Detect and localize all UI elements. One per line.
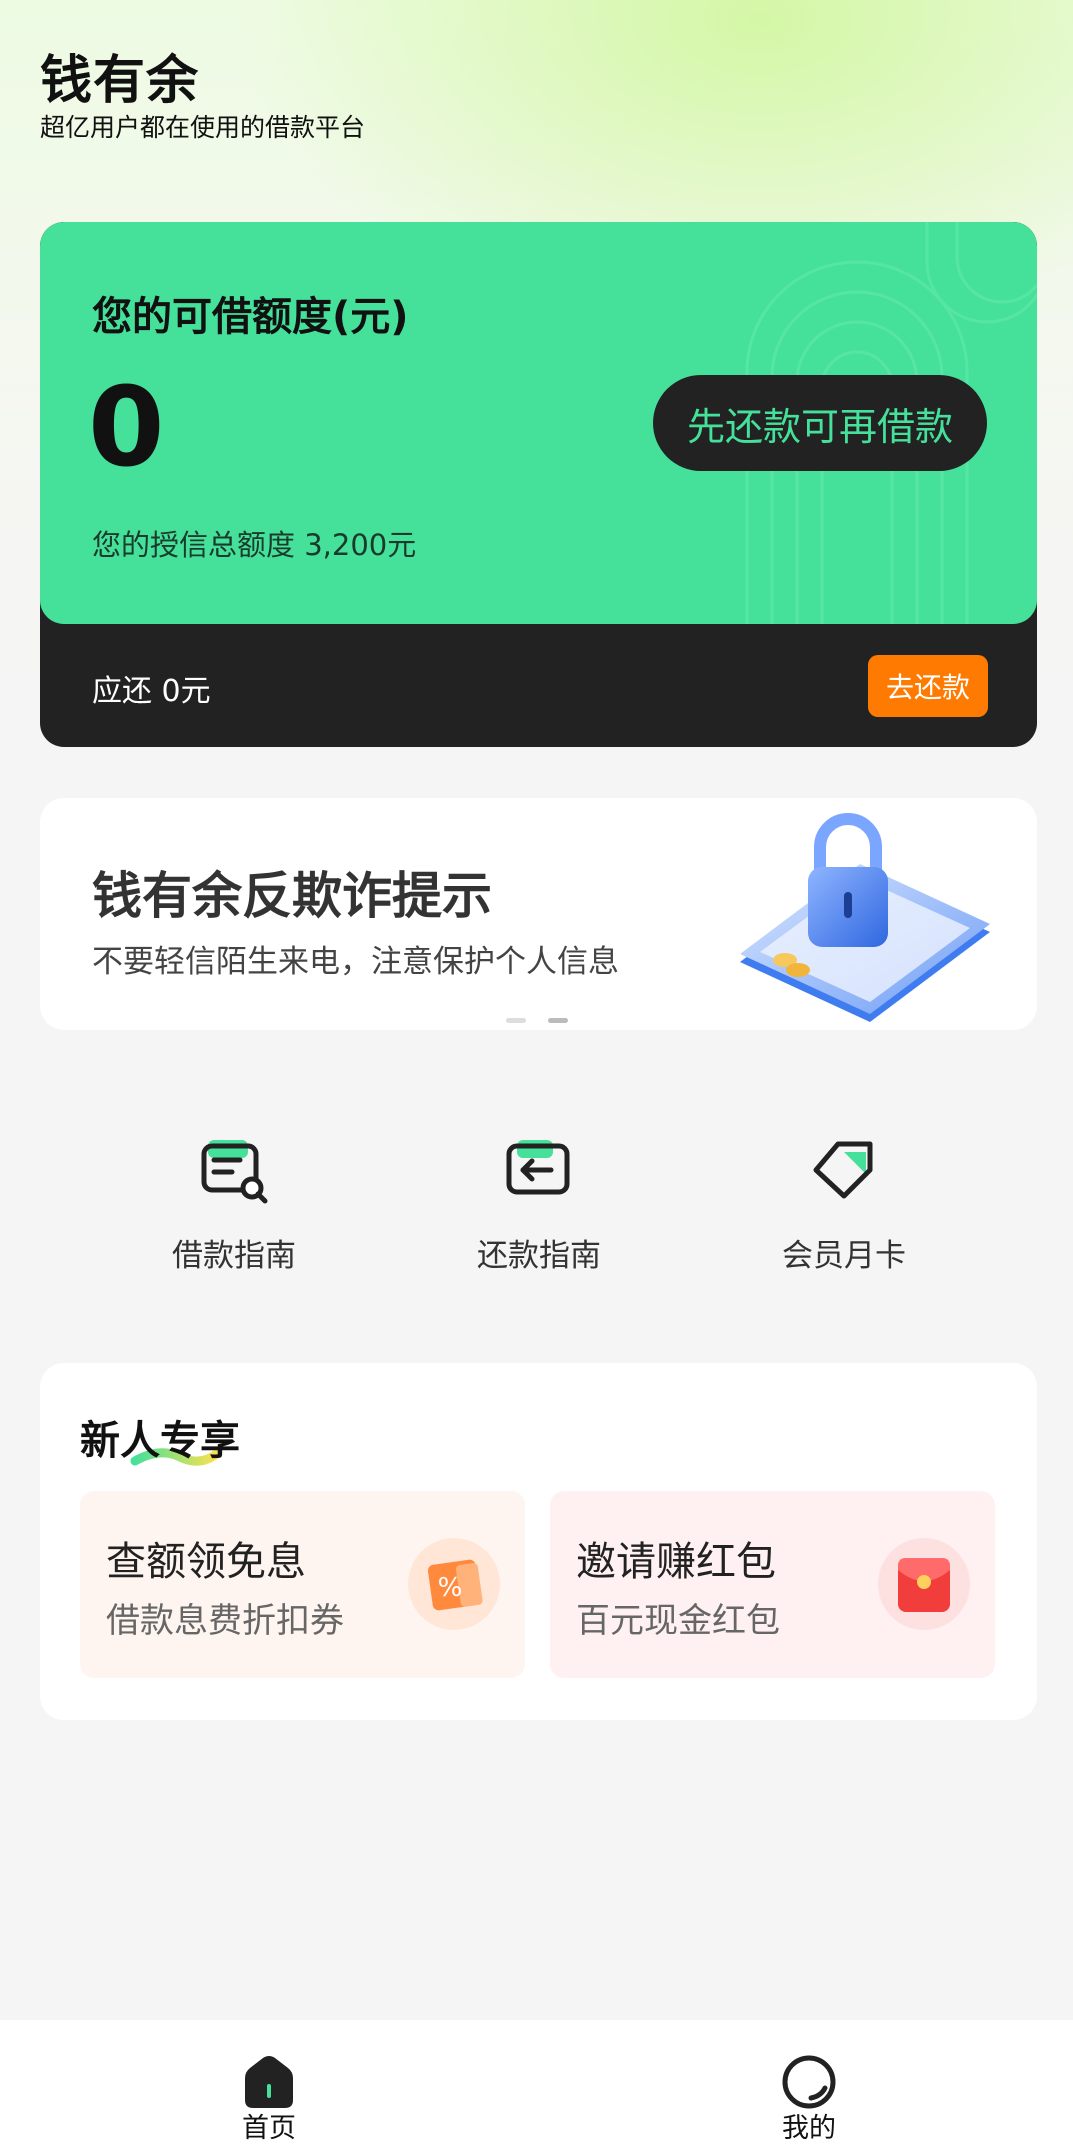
document-search-icon (201, 1140, 268, 1204)
anti-fraud-banner[interactable]: 钱有余反欺诈提示 不要轻信陌生来电，注意保护个人信息 (40, 798, 1037, 1030)
banner-pagination (506, 1018, 568, 1023)
quick-action-repay-guide[interactable]: 还款指南 (439, 1130, 639, 1275)
quick-action-member-card[interactable]: 会员月卡 (744, 1130, 944, 1275)
credit-label: 您的可借额度(元) (92, 294, 409, 340)
banner-subtitle: 不要轻信陌生来电，注意保护个人信息 (92, 944, 619, 980)
svg-text:%: % (438, 1573, 463, 1603)
tab-label: 我的 (782, 2113, 836, 2144)
lock-phone-illustration-icon (740, 813, 990, 1022)
profile-icon (782, 2055, 836, 2109)
tab-profile[interactable]: 我的 (739, 2054, 879, 2145)
credit-card: 您的可借额度(元) 0 先还款可再借款 您的授信总额度 3,200元 应还 0元… (40, 222, 1037, 747)
reborrow-button[interactable]: 先还款可再借款 (653, 375, 987, 471)
tag-icon (813, 1141, 873, 1199)
promo-check-credit[interactable]: 查额领免息 借款息费折扣券 % (80, 1491, 525, 1678)
app-title: 钱有余 (40, 51, 200, 111)
quick-action-borrow-guide[interactable]: 借款指南 (134, 1130, 334, 1275)
pagination-dot-active[interactable] (548, 1018, 568, 1023)
quick-action-label: 借款指南 (172, 1238, 296, 1274)
app-subtitle: 超亿用户都在使用的借款平台 (40, 113, 366, 142)
promo-subtitle: 百元现金红包 (576, 1601, 780, 1641)
pagination-dot[interactable] (506, 1018, 526, 1023)
repay-arrow-icon (506, 1140, 570, 1195)
quick-actions: 借款指南 还款指南 会员月卡 (0, 1130, 1073, 1290)
promo-title: 邀请赚红包 (576, 1539, 776, 1585)
newbie-section: 新人专享 查额领免息 借款息费折扣券 % 邀请赚红包 百元现金红包 (40, 1363, 1037, 1720)
quick-action-label: 会员月卡 (782, 1238, 906, 1274)
promo-subtitle: 借款息费折扣券 (106, 1601, 344, 1641)
credit-amount: 0 (88, 363, 165, 491)
tab-home[interactable]: 首页 (199, 2054, 339, 2145)
amount-due-text: 应还 0元 (92, 674, 211, 709)
bottom-tab-bar: 首页 我的 (0, 2020, 1073, 2154)
red-envelope-icon (878, 1538, 970, 1630)
coupon-percent-icon: % (408, 1538, 500, 1630)
promo-title: 查额领免息 (106, 1539, 306, 1585)
tab-label: 首页 (242, 2113, 296, 2144)
total-credit-text: 您的授信总额度 3,200元 (92, 528, 417, 562)
quick-action-label: 还款指南 (477, 1238, 601, 1274)
repay-button[interactable]: 去还款 (868, 655, 988, 717)
promo-invite[interactable]: 邀请赚红包 百元现金红包 (550, 1491, 995, 1678)
banner-title: 钱有余反欺诈提示 (92, 867, 492, 925)
credit-panel: 您的可借额度(元) 0 先还款可再借款 您的授信总额度 3,200元 (40, 222, 1037, 624)
newbie-title: 新人专享 (80, 1418, 240, 1464)
home-icon (245, 2056, 293, 2108)
